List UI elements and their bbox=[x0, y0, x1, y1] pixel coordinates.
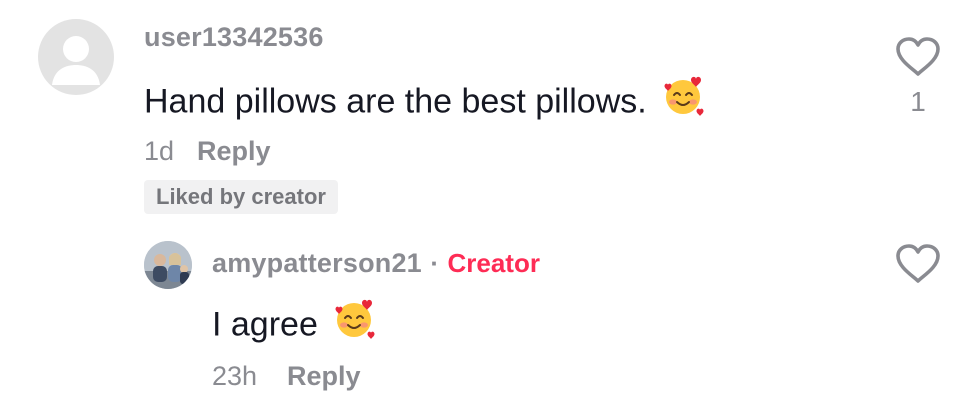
comment-reply-button[interactable]: Reply bbox=[197, 136, 271, 167]
avatar[interactable] bbox=[144, 241, 192, 289]
comment-text: Hand pillows are the best pillows. bbox=[144, 76, 706, 127]
reply-username[interactable]: amypatterson21 bbox=[212, 248, 422, 278]
smiling-face-with-hearts-icon bbox=[333, 297, 377, 350]
reply-body: I agree bbox=[212, 305, 318, 344]
separator-dot: · bbox=[430, 248, 440, 278]
heart-outline-icon bbox=[896, 37, 940, 76]
liked-by-creator-badge: Liked by creator bbox=[144, 180, 338, 214]
profile-photo bbox=[144, 241, 192, 289]
heart-outline-icon bbox=[896, 244, 940, 283]
smiling-face-with-hearts-icon bbox=[662, 74, 706, 127]
avatar-placeholder[interactable] bbox=[38, 19, 114, 95]
reply-age: 23h bbox=[212, 361, 258, 391]
reply-reply-button[interactable]: Reply bbox=[287, 361, 361, 392]
comment-username[interactable]: user13342536 bbox=[144, 22, 324, 53]
reply-like-button[interactable] bbox=[893, 243, 943, 285]
comment-body: Hand pillows are the best pillows. bbox=[144, 82, 647, 121]
reply-text: I agree bbox=[212, 299, 377, 350]
reply-header: amypatterson21 · Creator bbox=[212, 248, 540, 279]
user-silhouette-icon bbox=[52, 36, 100, 85]
like-button[interactable] bbox=[893, 36, 943, 78]
comment-age: 1d bbox=[144, 136, 175, 166]
like-count: 1 bbox=[910, 86, 926, 117]
creator-tag: Creator bbox=[447, 248, 540, 278]
